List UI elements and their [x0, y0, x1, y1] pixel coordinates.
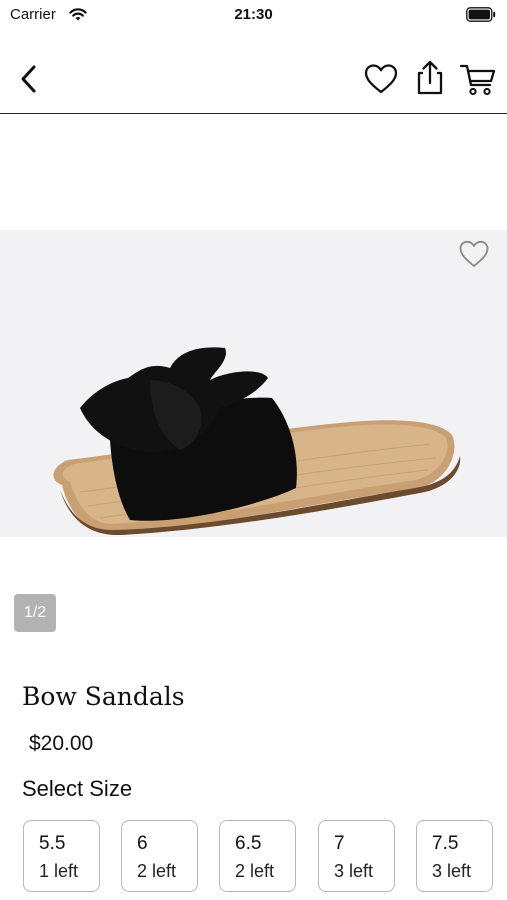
- size-option[interactable]: 6.5 2 left: [219, 820, 296, 892]
- size-value: 6: [137, 833, 148, 854]
- size-stock: 2 left: [235, 861, 275, 881]
- size-option[interactable]: 7 3 left: [318, 820, 395, 892]
- image-favorite-button[interactable]: [456, 238, 492, 270]
- battery-icon: [466, 7, 496, 22]
- size-option[interactable]: 7.5 3 left: [416, 820, 493, 892]
- heart-outline-icon: [459, 240, 489, 267]
- chevron-left-icon: [21, 65, 36, 93]
- product-price: $20.00: [29, 732, 94, 755]
- size-value: 6.5: [235, 833, 262, 854]
- back-button[interactable]: [12, 62, 48, 96]
- clock: 21:30: [234, 6, 273, 23]
- size-stock: 3 left: [334, 861, 374, 881]
- sandal-illustration: [53, 347, 461, 536]
- size-value: 7.5: [432, 833, 459, 854]
- size-stock: 1 left: [39, 861, 79, 881]
- size-value: 7: [334, 833, 345, 854]
- cart-button[interactable]: [458, 61, 498, 97]
- share-icon: [417, 60, 443, 95]
- image-page-indicator: 1/2: [14, 594, 56, 632]
- size-option[interactable]: 6 2 left: [121, 820, 198, 892]
- status-bar: Carrier 21:30: [0, 0, 507, 32]
- size-stock: 3 left: [432, 861, 472, 881]
- navigation-bar: [0, 44, 507, 114]
- heart-outline-icon: [364, 64, 398, 94]
- size-heading: Select Size: [22, 776, 133, 801]
- cart-icon: [459, 64, 496, 96]
- size-option[interactable]: 5.5 1 left: [23, 820, 100, 892]
- product-title: Bow Sandals: [22, 682, 185, 711]
- size-value: 5.5: [39, 833, 66, 854]
- wishlist-button[interactable]: [362, 62, 400, 96]
- share-button[interactable]: [412, 58, 448, 96]
- size-stock: 2 left: [137, 861, 177, 881]
- product-image[interactable]: [0, 230, 507, 537]
- size-selector: 5.5 1 left 6 2 left 6.5 2 left 7 3 left …: [23, 820, 493, 892]
